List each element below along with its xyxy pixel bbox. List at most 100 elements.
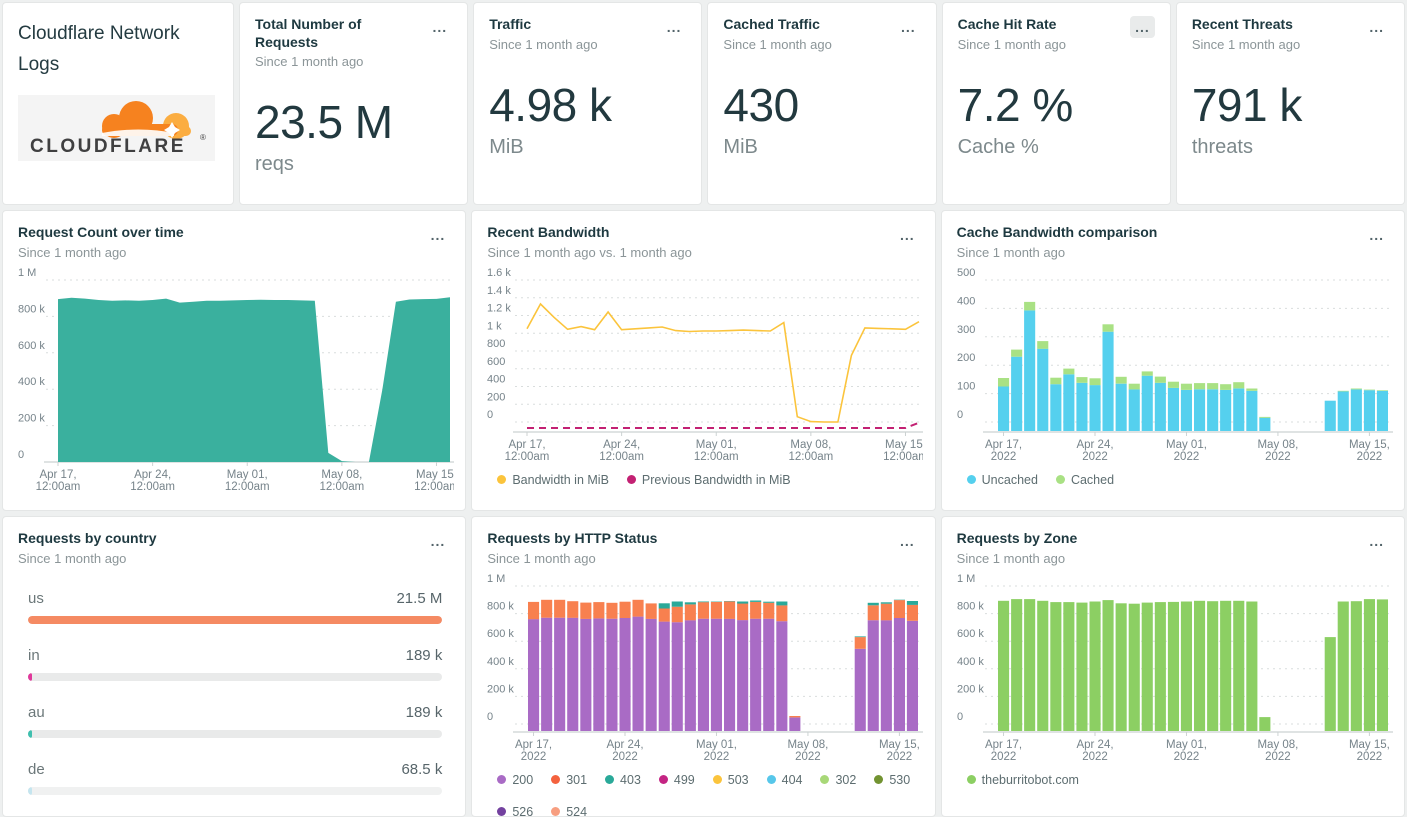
- zone-legend: theburritobot.com: [957, 773, 1389, 787]
- panel-subtitle: Since 1 month ago: [957, 551, 1078, 566]
- panel-requests-by-country: Requests by country Since 1 month ago ..…: [2, 516, 466, 817]
- country-label: in: [28, 647, 40, 664]
- svg-text:®: ®: [200, 133, 206, 142]
- panel-recent-threats: Recent Threats Since 1 month ago ... 791…: [1176, 2, 1405, 205]
- panel-subtitle: Since 1 month ago: [489, 37, 597, 52]
- panel-title: Cache Bandwidth comparison: [957, 224, 1158, 242]
- svg-text:May 08,: May 08,: [791, 439, 832, 451]
- panel-menu-icon[interactable]: ...: [1130, 16, 1155, 38]
- legend-label: 200: [512, 773, 533, 787]
- legend-dot-icon: [713, 775, 722, 784]
- legend-item[interactable]: Bandwidth in MiB: [497, 473, 609, 487]
- panel-recent-bandwidth: Recent Bandwidth Since 1 month ago vs. 1…: [471, 210, 935, 511]
- panel-total-requests: Total Number of Requests Since 1 month a…: [239, 2, 468, 205]
- svg-text:May 01,: May 01,: [227, 469, 268, 481]
- legend-label: 302: [835, 773, 856, 787]
- legend-dot-icon: [874, 775, 883, 784]
- legend-item[interactable]: theburritobot.com: [967, 773, 1079, 787]
- legend-item[interactable]: 302: [820, 773, 856, 787]
- panel-title: Requests by country: [18, 530, 156, 548]
- svg-text:0: 0: [18, 449, 24, 461]
- legend-item[interactable]: 526: [497, 805, 533, 817]
- svg-text:100: 100: [957, 380, 975, 392]
- panel-cache-hit-rate: Cache Hit Rate Since 1 month ago ... 7.2…: [942, 2, 1171, 205]
- legend-item[interactable]: 503: [713, 773, 749, 787]
- cache-bandwidth-chart[interactable]: 5004003002001000Apr 17,2022Apr 24,2022Ma…: [957, 268, 1393, 462]
- svg-text:12:00am: 12:00am: [414, 481, 454, 492]
- svg-text:400: 400: [487, 373, 505, 385]
- panel-subtitle: Since 1 month ago: [1192, 37, 1300, 52]
- legend-label: 526: [512, 805, 533, 817]
- panel-cached-traffic: Cached Traffic Since 1 month ago ... 430…: [707, 2, 936, 205]
- svg-text:May 01,: May 01,: [696, 439, 737, 451]
- svg-text:12:00am: 12:00am: [319, 481, 364, 492]
- panel-subtitle: Since 1 month ago vs. 1 month ago: [487, 245, 692, 260]
- svg-text:1.2 k: 1.2 k: [487, 302, 511, 314]
- svg-text:600: 600: [487, 355, 505, 367]
- svg-text:May 15,: May 15,: [879, 739, 920, 751]
- panel-menu-icon[interactable]: ...: [895, 530, 920, 552]
- legend-dot-icon: [497, 807, 506, 816]
- panel-title: Traffic: [489, 16, 597, 34]
- country-value: 68.5 k: [401, 761, 442, 778]
- svg-text:May 08,: May 08,: [321, 469, 362, 481]
- svg-text:Apr 17,: Apr 17,: [985, 439, 1022, 451]
- legend-item[interactable]: 499: [659, 773, 695, 787]
- panel-menu-icon[interactable]: ...: [428, 16, 453, 38]
- legend-item[interactable]: 200: [497, 773, 533, 787]
- svg-text:2022: 2022: [1082, 451, 1108, 462]
- legend-label: 499: [674, 773, 695, 787]
- country-row: us21.5 M: [28, 590, 442, 624]
- legend-item[interactable]: 403: [605, 773, 641, 787]
- svg-text:2022: 2022: [990, 451, 1016, 462]
- cloudflare-logo: CLOUDFLARE ®: [18, 95, 215, 161]
- middle-row: Request Count over time Since 1 month ag…: [2, 210, 1405, 511]
- svg-text:Apr 24,: Apr 24,: [607, 739, 644, 751]
- zone-chart[interactable]: 1 M800 k600 k400 k200 k0Apr 17,2022Apr 2…: [957, 574, 1393, 762]
- panel-dashboard-header: Cloudflare Network Logs CLOUDFLARE ®: [2, 2, 234, 205]
- panel-menu-icon[interactable]: ...: [1364, 224, 1389, 246]
- country-bar-track: [28, 787, 442, 795]
- panel-menu-icon[interactable]: ...: [896, 16, 921, 38]
- svg-text:2022: 2022: [1082, 751, 1108, 762]
- stat-value: 7.2 %: [958, 78, 1155, 132]
- legend-item[interactable]: Previous Bandwidth in MiB: [627, 473, 791, 487]
- panel-menu-icon[interactable]: ...: [1364, 16, 1389, 38]
- svg-text:12:00am: 12:00am: [694, 451, 739, 462]
- panel-title: Recent Threats: [1192, 16, 1300, 34]
- http-status-chart[interactable]: 1 M800 k600 k400 k200 k0Apr 17,2022Apr 2…: [487, 574, 923, 762]
- panel-menu-icon[interactable]: ...: [662, 16, 687, 38]
- recent-bandwidth-chart[interactable]: 1.6 k1.4 k1.2 k1 k8006004002000Apr 17,12…: [487, 268, 923, 462]
- svg-text:May 08,: May 08,: [1257, 439, 1298, 451]
- panel-subtitle: Since 1 month ago: [723, 37, 831, 52]
- cloudflare-wordmark: CLOUDFLARE: [30, 136, 186, 156]
- svg-text:0: 0: [957, 409, 963, 421]
- panel-menu-icon[interactable]: ...: [426, 530, 451, 552]
- legend-item[interactable]: Uncached: [967, 473, 1038, 487]
- stat-value: 23.5 M: [255, 95, 452, 149]
- panel-menu-icon[interactable]: ...: [895, 224, 920, 246]
- legend-item[interactable]: 530: [874, 773, 910, 787]
- legend-dot-icon: [967, 775, 976, 784]
- legend-item[interactable]: 404: [767, 773, 803, 787]
- panel-menu-icon[interactable]: ...: [1364, 530, 1389, 552]
- legend-label: Uncached: [982, 473, 1038, 487]
- legend-item[interactable]: 301: [551, 773, 587, 787]
- svg-text:0: 0: [487, 409, 493, 421]
- svg-text:May 15,: May 15,: [1349, 439, 1390, 451]
- legend-dot-icon: [659, 775, 668, 784]
- request-count-chart[interactable]: 1 M800 k600 k400 k200 k0Apr 17,12:00amAp…: [18, 268, 454, 492]
- panel-menu-icon[interactable]: ...: [426, 224, 451, 246]
- stat-unit: MiB: [489, 136, 686, 159]
- legend-label: 524: [566, 805, 587, 817]
- svg-text:May 01,: May 01,: [1166, 439, 1207, 451]
- svg-text:2022: 2022: [613, 751, 639, 762]
- svg-text:12:00am: 12:00am: [883, 451, 923, 462]
- country-value: 21.5 M: [396, 590, 442, 607]
- svg-text:400 k: 400 k: [957, 655, 984, 667]
- panel-request-count: Request Count over time Since 1 month ag…: [2, 210, 466, 511]
- legend-item[interactable]: Cached: [1056, 473, 1114, 487]
- svg-text:400 k: 400 k: [487, 655, 514, 667]
- legend-item[interactable]: 524: [551, 805, 587, 817]
- top-row: Cloudflare Network Logs CLOUDFLARE ® T: [2, 2, 1405, 205]
